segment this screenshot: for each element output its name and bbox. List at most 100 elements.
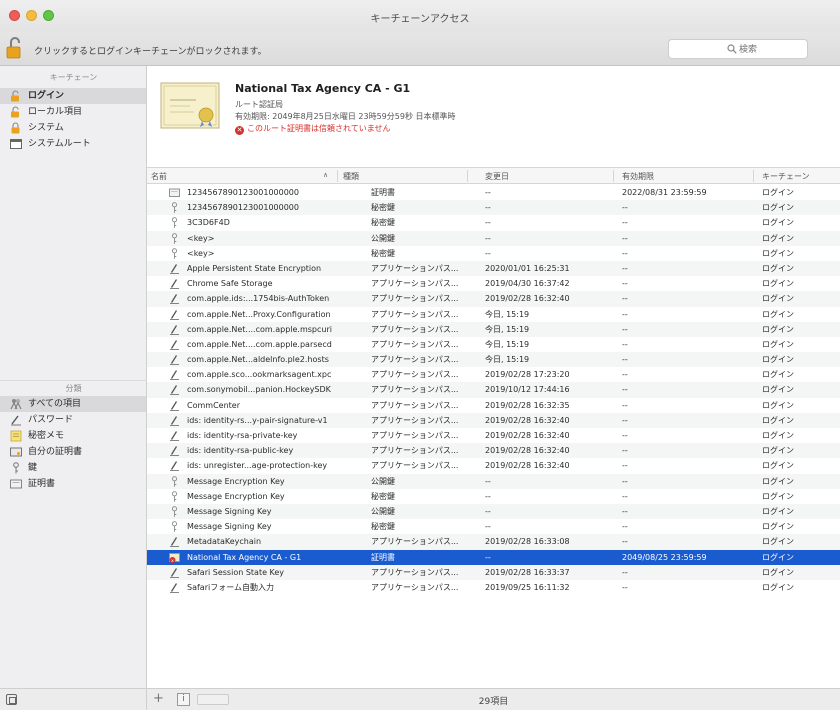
cell-modified: -- [485, 188, 491, 197]
password-icon [170, 279, 179, 290]
table-row[interactable]: com.apple.sco...ookmarksagent.xpc アプリケーショ… [147, 367, 840, 382]
cell-modified: -- [485, 203, 491, 213]
table-row[interactable]: MetadataKeychain アプリケーションパス... 2019/02/28 … [147, 534, 840, 550]
certificate-icon [10, 479, 22, 489]
cell-name: Message Encryption Key [187, 476, 285, 486]
sidebar-item-system-roots[interactable]: システムルート [0, 136, 146, 152]
all-items-icon [10, 399, 22, 410]
table-row[interactable]: com.apple.Net...Proxy.Configuration アプリケー… [147, 307, 840, 322]
cell-kind: 公開鍵 [371, 476, 395, 486]
column-header-keychain[interactable]: キーチェーン [762, 171, 810, 182]
table-row[interactable]: Safariフォーム自動入力 アプリケーションパス... 2019/09/25 16… [147, 580, 840, 595]
cell-name: com.apple.sco...ookmarksagent.xpc [187, 370, 332, 380]
cell-name: com.sonymobil...panion.HockeySDK [187, 385, 331, 395]
add-item-button[interactable]: + [153, 692, 164, 706]
cell-name: 3C3D6F4D [187, 218, 230, 228]
column-divider[interactable] [337, 170, 338, 182]
cell-kind: 証明書 [371, 188, 395, 197]
table-row[interactable]: 1234567890123001000000 秘密鍵 -- -- ログイン [147, 200, 840, 216]
table-row[interactable]: ids: identity-rs...y-pair-signature-v1 アプ… [147, 412, 840, 428]
password-icon [170, 461, 179, 472]
sidebar-item-my-certificates[interactable]: 自分の証明書 [0, 444, 146, 460]
table-row[interactable]: com.apple.Net...aldelnfo.ple2.hosts アプリケー… [147, 352, 840, 368]
column-header-modified[interactable]: 変更日 [485, 171, 509, 182]
table-row[interactable]: Chrome Safe Storage アプリケーションパス... 2019/04/… [147, 276, 840, 291]
unlocked-padlock-icon[interactable] [6, 37, 22, 59]
key-icon [171, 521, 178, 532]
sidebar-item-secure-notes[interactable]: 秘密メモ [0, 428, 146, 444]
column-divider[interactable] [613, 170, 614, 182]
sidebar-item-certificates[interactable]: 証明書 [0, 476, 146, 492]
table-row[interactable]: com.apple.Net....com.apple.mspcuri アプリケーシ… [147, 321, 840, 337]
table-row[interactable]: com.apple.Net....com.apple.parsecd アプリケーシ… [147, 337, 840, 352]
categories-header: 分類 [0, 380, 147, 394]
cell-expires: -- [622, 446, 628, 456]
certificate-expiry: 有効期限: 2049年8月25日水曜日 23時59分59秒 日本標準時 [235, 112, 456, 121]
title-bar: キーチェーンアクセス [0, 0, 840, 32]
table-row[interactable]: <key> 秘密鍵 -- -- ログイン [147, 246, 840, 261]
cell-keychain: ログイン [762, 188, 794, 197]
table-row[interactable]: ids: unregister...age-protection-key アプリケ… [147, 458, 840, 473]
cell-kind: アプリケーションパス... [371, 385, 459, 395]
toolbar: クリックするとログインキーチェーンがロックされます。 [0, 32, 840, 66]
table-row[interactable]: CommCenter アプリケーションパス... 2019/02/28 16:32:… [147, 398, 840, 413]
cell-kind: アプリケーションパス... [371, 567, 459, 577]
cell-name: National Tax Agency CA - G1 [187, 552, 302, 562]
column-header-name[interactable]: 名前 [151, 171, 167, 182]
sidebar-item-passwords[interactable]: パスワード [0, 412, 146, 428]
table-row[interactable]: Message Encryption Key 公開鍵 -- -- ログイン [147, 473, 840, 489]
cell-keychain: ログイン [762, 248, 794, 258]
cell-kind: アプリケーションパス... [371, 582, 459, 592]
sidebar-item-login[interactable]: ログイン [0, 88, 146, 104]
cell-name: com.apple.Net...aldelnfo.ple2.hosts [187, 355, 329, 365]
column-divider[interactable] [753, 170, 754, 182]
password-icon [170, 309, 179, 320]
password-icon [170, 385, 179, 396]
sidebar-item-keys[interactable]: 鍵 [0, 460, 146, 476]
table-row[interactable]: <key> 公開鍵 -- -- ログイン [147, 230, 840, 246]
cell-modified: 今日, 15:19 [485, 355, 530, 365]
cell-modified: 2019/02/28 16:32:35 [485, 400, 570, 410]
table-row[interactable]: 3C3D6F4D 秘密鍵 -- -- ログイン [147, 215, 840, 230]
table-row[interactable]: Message Signing Key 公開鍵 -- -- ログイン [147, 503, 840, 520]
search-input[interactable] [739, 43, 804, 56]
password-icon [170, 324, 179, 335]
cell-kind: アプリケーションパス... [371, 415, 459, 425]
copy-button[interactable] [197, 694, 229, 705]
cell-name: ids: identity-rsa-public-key [187, 446, 294, 456]
sidebar-item-all-items[interactable]: すべての項目 [0, 396, 146, 412]
cell-expires: -- [622, 522, 628, 532]
column-header-kind[interactable]: 種類 [343, 171, 359, 182]
cell-kind: アプリケーションパス... [371, 263, 459, 273]
table-row[interactable]: Apple Persistent State Encryption アプリケーショ… [147, 260, 840, 277]
items-table: 名前 ∧ 種類 変更日 有効期限 キーチェーン 1234567890123001… [147, 167, 840, 688]
table-row[interactable]: 1234567890123001000000 証明書 -- 2022/08/31 23… [147, 185, 840, 200]
table-row[interactable]: Message Signing Key 秘密鍵 -- -- ログイン [147, 519, 840, 534]
cell-keychain: ログイン [762, 400, 794, 410]
password-icon [170, 583, 179, 593]
show-keychains-toggle-icon[interactable] [6, 694, 17, 705]
sidebar-item-label: パスワード [28, 415, 74, 425]
column-divider[interactable] [467, 170, 468, 182]
table-row[interactable]: ids: identity-rsa-public-key アプリケーションパス..… [147, 443, 840, 459]
cell-kind: 秘密鍵 [371, 248, 395, 258]
sidebar-item-system[interactable]: システム [0, 120, 146, 136]
sidebar-item-local-items[interactable]: ローカル項目 [0, 104, 146, 120]
cell-expires: -- [622, 324, 628, 334]
search-field[interactable] [668, 39, 808, 59]
table-row[interactable]: com.apple.ids:...1754bis-AuthToken アプリケーシ… [147, 291, 840, 307]
sidebar-item-label: システムルート [28, 139, 91, 149]
table-row[interactable]: com.sonymobil...panion.HockeySDK アプリケーション… [147, 382, 840, 398]
table-row[interactable]: ids: identity-rsa-private-key アプリケーションパス.… [147, 428, 840, 443]
key-icon [171, 491, 178, 502]
table-row[interactable]: Safari Session State Key アプリケーションパス... 201… [147, 564, 840, 580]
table-row[interactable]: x National Tax Agency CA - G1 証明書 -- 2049/08… [147, 549, 840, 565]
column-header-expires[interactable]: 有効期限 [622, 171, 654, 182]
cell-expires: -- [622, 567, 628, 577]
cell-modified: 2019/02/28 16:33:08 [485, 537, 570, 547]
certificate-detail-panel: National Tax Agency CA - G1 ルート認証局 有効期限:… [147, 66, 840, 166]
secure-note-icon [10, 430, 22, 442]
cell-kind: アプリケーションパス... [371, 279, 459, 289]
get-info-button[interactable]: i [177, 693, 190, 706]
table-row[interactable]: Message Encryption Key 秘密鍵 -- -- ログイン [147, 489, 840, 504]
